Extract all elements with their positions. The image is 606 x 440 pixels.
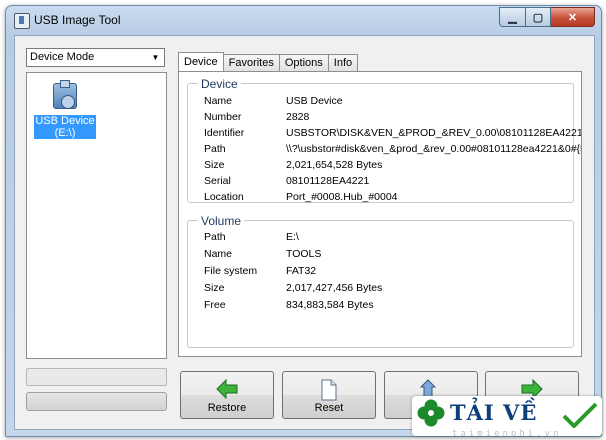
maximize-icon: ▢ (532, 11, 544, 24)
volume-free-label: Free (204, 299, 226, 311)
device-serial-value: 08101128EA4221 (286, 175, 370, 187)
volume-size-label: Size (204, 282, 225, 294)
volume-path-value: E:\ (286, 231, 299, 243)
volume-path-label: Path (204, 231, 226, 243)
device-identifier-label: Identifier (204, 127, 245, 139)
volume-name-label: Name (204, 248, 233, 260)
client-area: Device Mode ▼ USB Device (E:\) Device Fa… (14, 35, 595, 430)
device-location-label: Location (204, 191, 244, 203)
device-group: Device Name USB Device Number 2828 Identif… (187, 77, 581, 203)
volume-name-value: TOOLS (286, 248, 322, 260)
device-number-label: Number (204, 111, 242, 123)
watermark-logo: TẢI VỀ taimienphi.vn (412, 396, 602, 439)
reset-button[interactable]: Reset (282, 371, 376, 419)
usb-app-icon (14, 13, 30, 29)
tab-favorites[interactable]: Favorites (222, 54, 280, 71)
restore-button-label: Restore (207, 402, 247, 414)
mode-dropdown-value: Device Mode (30, 51, 95, 63)
arrow-left-icon (216, 379, 238, 399)
device-location-value: Port_#0008.Hub_#0004 (286, 191, 398, 203)
tab-info[interactable]: Info (327, 54, 359, 71)
volume-free-value: 834,883,584 Bytes (286, 299, 374, 311)
volume-group: Volume Path E:\ Name TOOLS File system FAT3… (187, 214, 574, 348)
app-window: USB Image Tool ▁ ▢ ✕ Device Mode ▼ USB D… (5, 5, 602, 437)
restore-button[interactable]: Restore (180, 371, 274, 419)
progress-bar (26, 392, 167, 411)
volume-size-value: 2,017,427,456 Bytes (286, 282, 383, 294)
device-number-value: 2828 (286, 111, 310, 123)
window-controls: ▁ ▢ ✕ (499, 7, 595, 27)
device-tab-panel: Device Name USB Device Number 2828 Identif… (178, 71, 582, 357)
chevron-down-icon[interactable]: ▼ (149, 51, 162, 64)
document-icon (321, 379, 337, 401)
device-size-value: 2,021,654,528 Bytes (286, 159, 383, 171)
reset-button-label: Reset (314, 402, 344, 414)
window-title: USB Image Tool (34, 13, 121, 27)
close-icon: ✕ (567, 11, 578, 24)
device-item-label: USB Device (E:\) (34, 115, 96, 139)
device-item-name: USB Device (35, 115, 95, 127)
volume-filesystem-value: FAT32 (286, 265, 317, 277)
usb-drive-icon (49, 80, 81, 113)
maximize-button[interactable]: ▢ (526, 7, 551, 27)
minimize-icon: ▁ (508, 11, 517, 24)
tab-options[interactable]: Options (278, 54, 329, 71)
device-size-label: Size (204, 159, 225, 171)
device-name-value: USB Device (286, 95, 343, 107)
close-button[interactable]: ✕ (551, 7, 595, 27)
minimize-button[interactable]: ▁ (499, 7, 526, 27)
title-bar[interactable]: USB Image Tool ▁ ▢ ✕ (6, 6, 601, 34)
device-item-usb[interactable]: USB Device (E:\) (34, 80, 96, 139)
mode-dropdown[interactable]: Device Mode ▼ (26, 48, 165, 67)
device-path-value: \\?\usbstor#disk&ven_&prod_&rev_0.00#081… (286, 143, 581, 155)
device-list[interactable]: USB Device (E:\) (26, 72, 167, 359)
device-serial-label: Serial (204, 175, 231, 187)
status-field (26, 368, 167, 386)
device-identifier-value: USBSTOR\DISK&VEN_&PROD_&REV_0.00\0810112… (286, 127, 581, 139)
device-name-label: Name (204, 95, 233, 107)
volume-group-title: Volume (198, 214, 245, 228)
device-path-label: Path (204, 143, 226, 155)
device-group-title: Device (198, 77, 241, 91)
device-item-drive: (E:\) (54, 127, 76, 139)
watermark-brand: TẢI VỀ (450, 400, 538, 425)
tab-device[interactable]: Device (178, 52, 224, 71)
clover-icon (417, 399, 445, 427)
checkmark-icon (562, 402, 598, 428)
volume-filesystem-label: File system (204, 265, 258, 277)
tab-bar: Device Favorites Options Info (178, 52, 359, 71)
watermark-url: taimienphi.vn (452, 429, 562, 439)
